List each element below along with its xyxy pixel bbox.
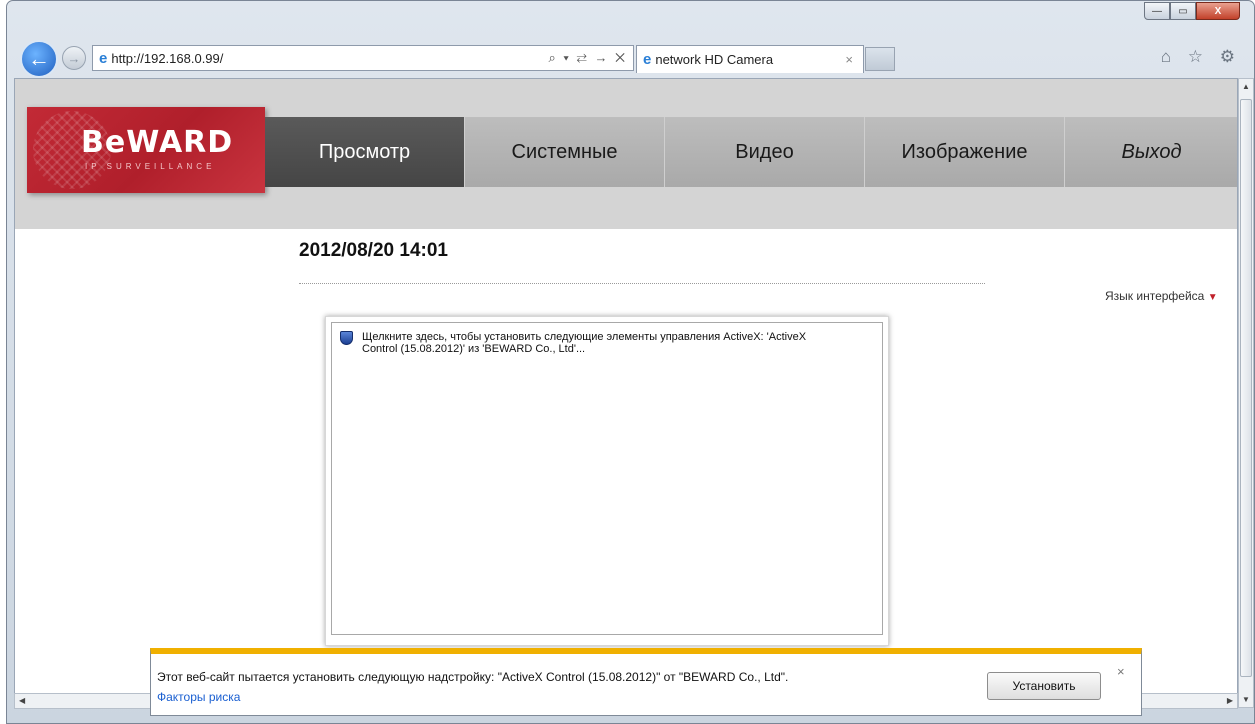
- toolbar-icons[interactable]: ⌂ ☆ ⚙: [1161, 47, 1241, 67]
- addon-notification-bar: Этот веб-сайт пытается установить следую…: [150, 648, 1142, 716]
- activex-notice[interactable]: Щелкните здесь, чтобы установить следующ…: [340, 331, 870, 355]
- install-button[interactable]: Установить: [987, 672, 1101, 700]
- scroll-down-icon[interactable]: ▼: [1242, 695, 1250, 704]
- language-label: Язык интерфейса: [1105, 289, 1205, 303]
- address-url[interactable]: http://192.168.0.99/: [111, 51, 548, 66]
- scroll-up-icon[interactable]: ▲: [1242, 82, 1250, 91]
- ie-icon: e: [99, 49, 108, 67]
- activex-container[interactable]: Щелкните здесь, чтобы установить следующ…: [331, 322, 883, 635]
- menu-item-exit[interactable]: Выход: [1065, 117, 1237, 187]
- forward-button[interactable]: →: [62, 46, 86, 70]
- menu-item-view[interactable]: Просмотр: [265, 117, 465, 187]
- notification-message: Этот веб-сайт пытается установить следую…: [157, 670, 789, 684]
- maximize-button[interactable]: ▭: [1170, 2, 1196, 20]
- activex-notice-text: Щелкните здесь, чтобы установить следующ…: [362, 331, 806, 355]
- activex-notice-line1: Щелкните здесь, чтобы установить следующ…: [362, 331, 807, 343]
- address-bar[interactable]: e http://192.168.0.99/ ⌕ ▾ ⇄ → ✕: [92, 45, 634, 71]
- language-selector[interactable]: Язык интерфейса ▼: [1105, 289, 1218, 303]
- minimize-button[interactable]: —: [1144, 2, 1170, 20]
- menu-item-video[interactable]: Видео: [665, 117, 865, 187]
- video-player-frame: Щелкните здесь, чтобы установить следующ…: [325, 316, 889, 646]
- browser-tab[interactable]: e network HD Camera ×: [636, 45, 864, 73]
- address-tools[interactable]: ⌕ ▾ ⇄ → ✕: [549, 50, 634, 66]
- shield-icon: [340, 331, 353, 345]
- logo-tagline: IP SURVEILLANCE: [85, 162, 216, 171]
- beward-logo: BeWARD IP SURVEILLANCE: [27, 107, 265, 193]
- back-button[interactable]: ←: [20, 40, 58, 78]
- scroll-thumb[interactable]: [1240, 99, 1252, 677]
- risk-factors-link[interactable]: Факторы риска: [157, 690, 240, 704]
- menu-item-system[interactable]: Системные: [465, 117, 665, 187]
- window-controls: — ▭ X: [1144, 2, 1240, 20]
- main-menu: Просмотр Системные Видео Изображение Вых…: [265, 117, 1237, 187]
- close-notification-icon[interactable]: ×: [1117, 664, 1125, 679]
- new-tab-button[interactable]: [865, 47, 895, 71]
- vertical-scrollbar[interactable]: ▲ ▼: [1238, 78, 1254, 708]
- camera-datetime: 2012/08/20 14:01: [299, 240, 448, 261]
- tab-close-icon[interactable]: ×: [845, 52, 863, 67]
- logo-brand: BeWARD: [81, 125, 234, 160]
- close-window-button[interactable]: X: [1196, 2, 1240, 20]
- page-viewport: BeWARD IP SURVEILLANCE Просмотр Системны…: [14, 78, 1238, 708]
- tab-ie-icon: e: [643, 51, 652, 68]
- scroll-left-icon[interactable]: ◀: [19, 696, 25, 705]
- scroll-right-icon[interactable]: ▶: [1227, 696, 1233, 705]
- tab-title: network HD Camera: [655, 52, 774, 67]
- dotted-divider: [299, 283, 985, 284]
- menu-item-image[interactable]: Изображение: [865, 117, 1065, 187]
- dropdown-arrow-icon[interactable]: ▼: [1208, 292, 1218, 303]
- activex-notice-line2: Control (15.08.2012)' из 'BEWARD Co., Lt…: [362, 343, 586, 355]
